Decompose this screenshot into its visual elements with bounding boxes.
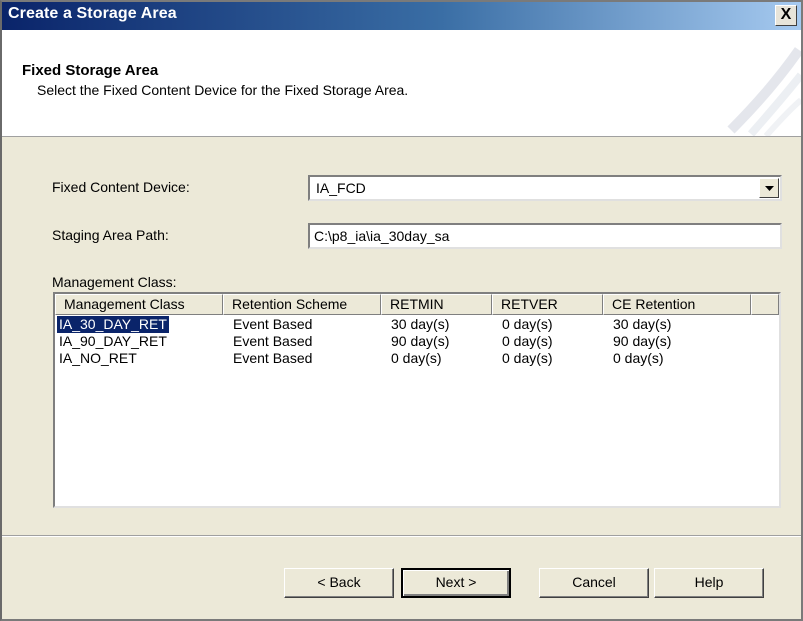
help-button-label: Help: [694, 574, 724, 590]
column-management-class[interactable]: Management Class: [55, 294, 223, 315]
wizard-graphic-icon: [727, 47, 801, 136]
list-header: Management Class Retention Scheme RETMIN…: [55, 294, 779, 316]
table-cell: 90 day(s): [613, 333, 672, 349]
cancel-button[interactable]: Cancel: [539, 568, 649, 598]
table-cell: IA_NO_RET: [59, 350, 137, 366]
table-cell: 30 day(s): [391, 316, 450, 332]
cancel-button-label: Cancel: [572, 574, 616, 590]
table-row[interactable]: IA_NO_RET Event Based 0 day(s) 0 day(s) …: [55, 350, 779, 367]
table-cell: 0 day(s): [502, 316, 553, 332]
fcd-label: Fixed Content Device:: [52, 179, 190, 195]
management-class-list[interactable]: Management Class Retention Scheme RETMIN…: [53, 292, 781, 508]
table-cell: Event Based: [233, 350, 313, 366]
column-retver[interactable]: RETVER: [492, 294, 603, 315]
staging-label: Staging Area Path:: [52, 227, 169, 243]
table-cell: IA_30_DAY_RET: [56, 315, 170, 334]
footer-separator: [2, 535, 801, 537]
table-cell: Event Based: [233, 333, 313, 349]
fcd-selected-value: IA_FCD: [316, 180, 366, 196]
table-cell: 0 day(s): [502, 350, 553, 366]
page-title: Fixed Storage Area: [22, 62, 159, 79]
table-row[interactable]: IA_90_DAY_RET Event Based 90 day(s) 0 da…: [55, 333, 779, 350]
next-button[interactable]: Next >: [401, 568, 511, 598]
staging-path-input[interactable]: C:\p8_ia\ia_30day_sa: [308, 223, 782, 249]
table-cell: 90 day(s): [391, 333, 450, 349]
staging-path-value: C:\p8_ia\ia_30day_sa: [314, 228, 450, 244]
close-button[interactable]: X: [775, 5, 797, 26]
help-button[interactable]: Help: [654, 568, 764, 598]
column-retmin[interactable]: RETMIN: [381, 294, 492, 315]
mgmt-class-label: Management Class:: [52, 274, 177, 290]
column-retention-scheme[interactable]: Retention Scheme: [223, 294, 381, 315]
table-cell: 0 day(s): [391, 350, 442, 366]
back-button[interactable]: < Back: [284, 568, 394, 598]
table-cell: Event Based: [233, 316, 313, 332]
page-subtitle: Select the Fixed Content Device for the …: [37, 82, 409, 98]
table-cell: 0 day(s): [502, 333, 553, 349]
close-icon: X: [780, 6, 792, 23]
wizard-header: Fixed Storage Area Select the Fixed Cont…: [2, 30, 801, 137]
table-row[interactable]: IA_30_DAY_RET Event Based 30 day(s) 0 da…: [55, 315, 779, 334]
wizard-content: Fixed Content Device: IA_FCD Staging Are…: [2, 137, 801, 619]
column-ce-retention[interactable]: CE Retention: [603, 294, 751, 315]
column-filler: [751, 294, 779, 315]
table-cell: 0 day(s): [613, 350, 664, 366]
table-cell: 30 day(s): [613, 316, 672, 332]
title-bar[interactable]: Create a Storage Area X: [2, 2, 801, 30]
table-cell: IA_90_DAY_RET: [59, 333, 167, 349]
next-button-label: Next >: [435, 574, 477, 590]
dropdown-button[interactable]: [759, 178, 779, 198]
back-button-label: < Back: [317, 574, 361, 590]
chevron-down-icon: [765, 186, 774, 191]
fcd-dropdown[interactable]: IA_FCD: [308, 175, 782, 201]
create-storage-area-dialog: Create a Storage Area X Fixed Storage Ar…: [0, 0, 803, 621]
window-title: Create a Storage Area: [8, 5, 177, 22]
